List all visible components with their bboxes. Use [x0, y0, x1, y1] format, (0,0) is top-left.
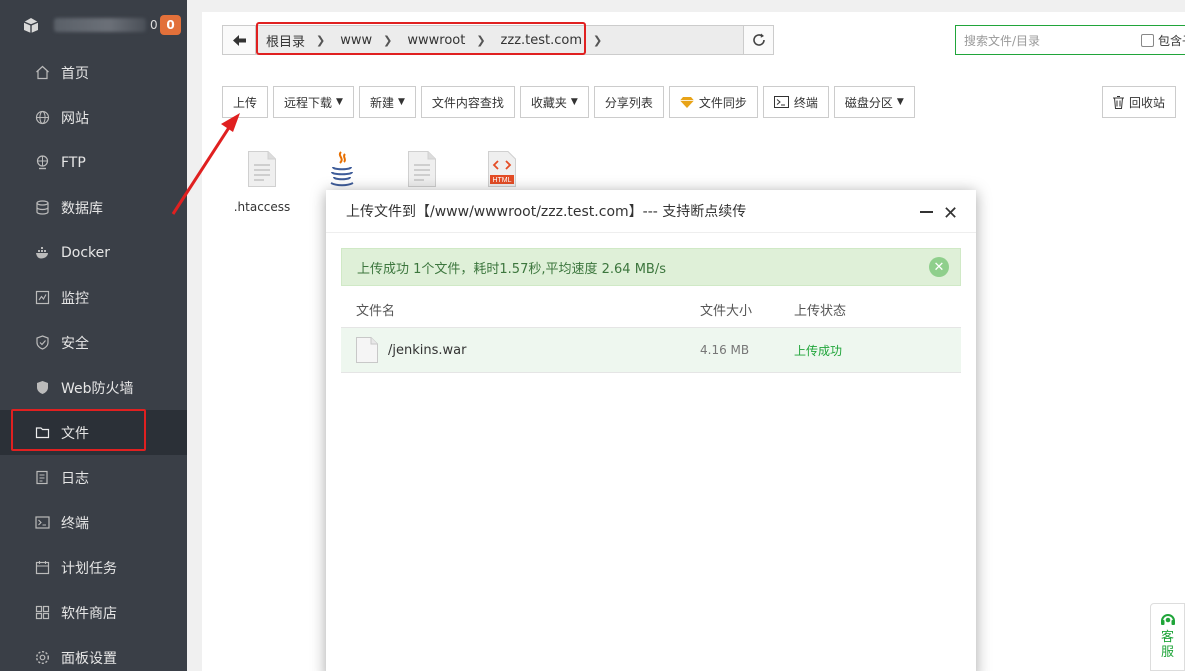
upload-dialog: 上传文件到【/www/wwwroot/zzz.test.com】--- 支持断点… [326, 190, 976, 671]
share-list-label: 分享列表 [604, 95, 653, 110]
terminal-label: 终端 [793, 95, 818, 110]
disk-partition-label: 磁盘分区 [844, 95, 893, 110]
docker-icon [34, 245, 50, 261]
alert-text: 上传成功 1个文件，耗时1.57秒,平均速度 2.64 MB/s [357, 261, 666, 277]
chevron-down-icon: ▼ [896, 97, 904, 107]
sidebar-item-12[interactable]: 软件商店 [0, 590, 187, 635]
file-sync-button[interactable]: 文件同步 [668, 86, 758, 118]
col-status-header: 上传状态 [794, 304, 847, 319]
terminal-button[interactable]: 终端 [762, 86, 829, 118]
remote-download-button[interactable]: 远程下载 ▼ [273, 86, 354, 118]
include-subdir-label: 包含子 [1157, 33, 1185, 48]
recycle-bin-label: 回收站 [1129, 95, 1166, 110]
col-name-header: 文件名 [356, 304, 396, 319]
customer-service-widget[interactable]: 客 服 [1150, 603, 1185, 671]
svg-text:HTML: HTML [492, 177, 511, 184]
checkbox-icon [1140, 33, 1154, 47]
terminal-icon [773, 96, 789, 108]
chevron-down-icon: ▼ [570, 97, 578, 107]
sidebar-item-4[interactable]: Docker [0, 230, 187, 275]
sidebar-item-label: Web防火墙 [61, 380, 134, 397]
terminal-icon [34, 515, 50, 531]
sidebar-item-label: 日志 [61, 470, 89, 487]
apps-icon [34, 605, 50, 621]
content-search-button[interactable]: 文件内容查找 [420, 86, 515, 118]
minimize-icon[interactable] [920, 211, 933, 213]
search-box[interactable]: 搜索文件/目录 包含子 [955, 25, 1185, 55]
file-name: /jenkins.war [388, 342, 467, 358]
new-label: 新建 [369, 95, 394, 110]
success-alert: 上传成功 1个文件，耗时1.57秒,平均速度 2.64 MB/s ✕ [341, 248, 961, 286]
calendar-icon [34, 560, 50, 576]
refresh-icon [752, 33, 765, 46]
sidebar-item-5[interactable]: 监控 [0, 275, 187, 320]
chevron-down-icon: ▼ [336, 97, 343, 107]
toolbar: 上传 远程下载 ▼ 新建 ▼ 文件内容查找 收藏夹 ▼ 分享列表 文件同步 终端 磁盘… [222, 86, 920, 118]
sidebar-item-label: Docker [61, 244, 111, 261]
java-file-icon [302, 148, 382, 190]
favorites-button[interactable]: 收藏夹 ▼ [519, 86, 589, 118]
sidebar-item-9[interactable]: 日志 [0, 455, 187, 500]
content-search-label: 文件内容查找 [431, 95, 504, 110]
upload-table: 文件名 文件大小 上传状态 /jenkins.war 4.16 MB 上传成功 [341, 292, 961, 373]
favorites-label: 收藏夹 [530, 95, 567, 110]
trash-icon [1113, 95, 1124, 109]
search-input[interactable]: 搜索文件/目录 [964, 32, 1141, 49]
recycle-bin-button[interactable]: 回收站 [1102, 86, 1177, 118]
sidebar-item-7[interactable]: Web防火墙 [0, 365, 187, 410]
monitor-icon [34, 290, 50, 306]
dismiss-icon[interactable]: ✕ [929, 257, 949, 277]
share-list-button[interactable]: 分享列表 [593, 86, 664, 118]
table-header: 文件名 文件大小 上传状态 [341, 292, 961, 328]
refresh-button[interactable] [743, 26, 773, 54]
sidebar-item-10[interactable]: 终端 [0, 500, 187, 545]
log-icon [34, 470, 50, 486]
annotation-arrow-icon [171, 113, 240, 215]
sidebar-item-label: 终端 [61, 515, 89, 532]
include-subdir-checkbox[interactable]: 包含子 [1140, 32, 1185, 49]
close-icon[interactable]: ✕ [943, 203, 958, 224]
sidebar-item-label: 软件商店 [61, 605, 117, 622]
annotation-path-box [256, 22, 586, 55]
remote-download-label: 远程下载 [284, 95, 333, 110]
kefu-text-1: 客 [1160, 630, 1174, 645]
sidebar-item-6[interactable]: 安全 [0, 320, 187, 365]
firewall-icon [34, 380, 50, 396]
diamond-icon [679, 96, 694, 108]
html-file-icon: HTML [462, 148, 542, 190]
new-button[interactable]: 新建 ▼ [358, 86, 416, 118]
sidebar-item-label: 安全 [61, 335, 89, 352]
table-row[interactable]: /jenkins.war 4.16 MB 上传成功 [341, 328, 961, 373]
headset-icon [1160, 614, 1175, 625]
text-file-icon [382, 148, 462, 190]
chevron-down-icon: ▼ [397, 97, 405, 107]
dialog-header: 上传文件到【/www/wwwroot/zzz.test.com】--- 支持断点… [326, 190, 976, 233]
file-sync-label: 文件同步 [698, 95, 747, 110]
dialog-title: 上传文件到【/www/wwwroot/zzz.test.com】--- 支持断点… [346, 204, 747, 220]
disk-partition-button[interactable]: 磁盘分区 ▼ [833, 86, 915, 118]
kefu-text-2: 服 [1160, 645, 1174, 660]
file-name-cell: /jenkins.war [341, 337, 700, 363]
upload-status: 上传成功 [794, 343, 843, 358]
document-icon [356, 337, 378, 363]
sidebar-item-11[interactable]: 计划任务 [0, 545, 187, 590]
sidebar-item-label: 计划任务 [61, 560, 117, 577]
chevron-right-icon: ❯ [593, 33, 603, 47]
sidebar-item-13[interactable]: 面板设置 [0, 635, 187, 671]
sidebar-item-label: 面板设置 [61, 650, 117, 667]
col-size-header: 文件大小 [700, 304, 753, 319]
shield-icon [34, 335, 50, 351]
sidebar-item-label: 监控 [61, 290, 89, 307]
annotation-file-menu-box [11, 409, 146, 451]
file-size: 4.16 MB [700, 343, 750, 357]
settings-icon [34, 650, 50, 666]
